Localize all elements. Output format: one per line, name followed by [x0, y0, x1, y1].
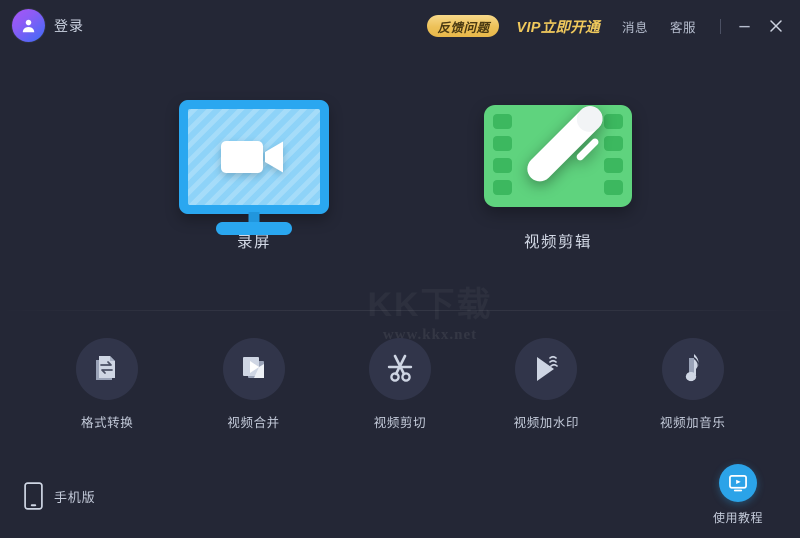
- music-note-icon: [685, 354, 699, 382]
- tutorial-button[interactable]: 使用教程: [700, 464, 776, 526]
- tutorial-circle: [719, 464, 757, 502]
- tool-format-convert-label: 格式转换: [80, 416, 134, 430]
- tool-format-convert[interactable]: 格式转换: [52, 338, 162, 431]
- hero-section: 录屏 视频剪辑 www.kkx.net: [0, 52, 800, 343]
- tool-video-merge-circle: [222, 338, 285, 400]
- close-button[interactable]: [761, 11, 791, 41]
- tutorial-label: 使用教程: [712, 511, 763, 525]
- app-window: 登录 反馈问题 VIP立即开通 消息 客服 录屏 视频剪辑 www.kkx.ne…: [0, 0, 800, 538]
- user-avatar-icon: [12, 9, 45, 42]
- tool-video-music[interactable]: 视频加音乐: [638, 338, 748, 431]
- watermark-title: KK下载: [340, 288, 520, 322]
- tool-video-music-label: 视频加音乐: [659, 416, 726, 430]
- smartphone-icon: [24, 482, 43, 510]
- tool-video-music-circle: [661, 338, 724, 400]
- monitor-frame: [179, 100, 329, 214]
- login-button[interactable]: 登录: [12, 9, 84, 42]
- pen-icon: [527, 106, 603, 182]
- video-camera-icon: [221, 141, 283, 173]
- tools-row: 格式转换 视频合并 视频剪切 视频加水印 视频加音乐: [0, 338, 800, 431]
- stacked-play-documents-icon: [242, 357, 264, 378]
- mobile-version-label: 手机版: [54, 489, 96, 505]
- customer-service-link[interactable]: 客服: [670, 17, 696, 36]
- hero-card-edit[interactable]: 视频剪辑: [478, 100, 638, 252]
- film-strip-pen-icon: [478, 100, 638, 220]
- section-divider: [0, 310, 800, 311]
- monitor-play-icon: [729, 474, 747, 492]
- document-exchange-icon: [96, 356, 116, 380]
- hero-card-record[interactable]: 录屏: [174, 100, 334, 252]
- monitor-screen: [188, 109, 320, 205]
- tool-video-cut-label: 视频剪切: [373, 416, 427, 430]
- scissors-icon: [387, 354, 413, 382]
- title-bar: 登录 反馈问题 VIP立即开通 消息 客服: [0, 0, 800, 52]
- minimize-button[interactable]: [729, 11, 759, 41]
- titlebar-separator: [720, 18, 721, 34]
- tool-video-cut[interactable]: 视频剪切: [345, 338, 455, 431]
- title-bar-actions: 反馈问题 VIP立即开通 消息 客服: [427, 0, 800, 52]
- tool-video-cut-circle: [368, 338, 431, 400]
- login-label: 登录: [54, 17, 84, 34]
- tool-video-merge-label: 视频合并: [227, 416, 280, 430]
- monitor-base: [216, 222, 292, 235]
- feedback-button[interactable]: 反馈问题: [427, 15, 500, 37]
- tool-video-merge[interactable]: 视频合并: [199, 338, 309, 431]
- messages-link[interactable]: 消息: [622, 17, 648, 36]
- tool-video-watermark-label: 视频加水印: [513, 416, 580, 430]
- vip-activate-link[interactable]: VIP立即开通: [516, 16, 599, 37]
- site-watermark: KK下载 www.kkx.net: [340, 288, 520, 344]
- close-icon: [770, 20, 782, 32]
- play-waves-icon: [537, 355, 559, 381]
- minimize-icon: [738, 25, 750, 27]
- tool-format-convert-circle: [76, 338, 139, 400]
- hero-card-edit-label: 视频剪辑: [523, 234, 592, 251]
- tool-video-watermark[interactable]: 视频加水印: [491, 338, 601, 431]
- monitor-video-camera-icon: [174, 100, 334, 235]
- mobile-version-button[interactable]: 手机版: [24, 482, 95, 510]
- tool-video-watermark-circle: [515, 338, 578, 400]
